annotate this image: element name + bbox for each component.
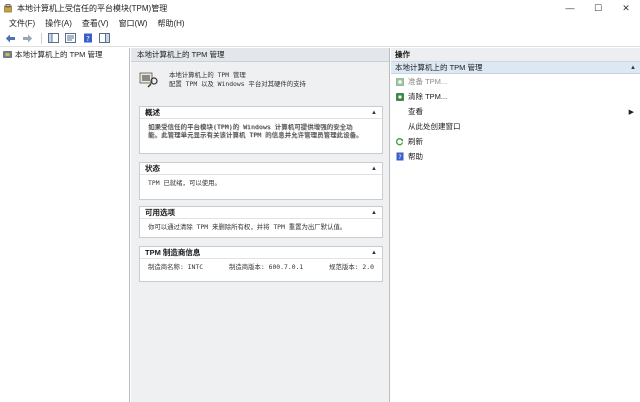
green-tpm-icon xyxy=(395,92,404,101)
actions-subheader-label: 本地计算机上的 TPM 管理 xyxy=(395,63,483,72)
action-view[interactable]: 查看 ▶ xyxy=(391,104,640,119)
overview-line-1: 如果受信任的平台模块(TPM)的 Windows 计算机可提供增强的安全功 xyxy=(148,123,353,131)
menu-view[interactable]: 查看(V) xyxy=(77,18,114,29)
action-label: 从此处创建窗口 xyxy=(408,122,461,131)
action-clear-tpm[interactable]: 清除 TPM... xyxy=(391,89,640,104)
submenu-arrow-icon: ▶ xyxy=(628,108,634,116)
center-pane-header: 本地计算机上的 TPM 管理 xyxy=(131,48,389,62)
manufacturer-name: 制造商名称: INTC xyxy=(148,263,204,271)
collapse-icon[interactable]: ▲ xyxy=(630,65,636,71)
action-prepare-tpm[interactable]: 准备 TPM... xyxy=(391,74,640,89)
center-pane: 本地计算机上的 TPM 管理 本地计算机上的 TPM 管理 配置 TPM 以及 … xyxy=(131,48,390,402)
manufacturer-header[interactable]: TPM 制造商信息 ▲ xyxy=(140,247,382,259)
console-tree-icon[interactable] xyxy=(46,32,61,45)
window-controls: — ☐ ✕ xyxy=(556,0,640,16)
help-book-icon: ? xyxy=(395,152,404,161)
overview-header[interactable]: 概述 ▲ xyxy=(140,107,382,119)
menu-action[interactable]: 操作(A) xyxy=(40,18,77,29)
actions-header: 操作 xyxy=(391,48,640,62)
status-section: 状态 ▲ TPM 已就绪，可以使用。 xyxy=(139,162,383,200)
help-icon[interactable]: ? xyxy=(80,32,95,45)
menu-window[interactable]: 窗口(W) xyxy=(114,18,153,29)
intro-subtitle: 配置 TPM 以及 Windows 平台对其硬件的支持 xyxy=(169,79,306,88)
action-label: 查看 xyxy=(408,107,423,116)
manufacturer-row: 制造商名称: INTC 制造商版本: 600.7.0.1 规范版本: 2.0 xyxy=(148,263,374,271)
back-icon[interactable] xyxy=(3,32,18,45)
overview-title: 概述 xyxy=(145,108,160,117)
action-label: 清除 TPM... xyxy=(408,92,448,101)
console-tree: 本地计算机上的 TPM 管理 xyxy=(0,48,130,402)
manufacturer-version: 制造商版本: 600.7.0.1 xyxy=(228,263,304,271)
intro-banner: 本地计算机上的 TPM 管理 配置 TPM 以及 Windows 平台对其硬件的… xyxy=(131,62,389,96)
action-help[interactable]: ? 帮助 xyxy=(391,149,640,164)
tree-item-tpm-management[interactable]: 本地计算机上的 TPM 管理 xyxy=(0,48,129,60)
collapse-icon[interactable]: ▲ xyxy=(371,166,377,172)
properties-icon[interactable] xyxy=(63,32,78,45)
overview-section: 概述 ▲ 如果受信任的平台模块(TPM)的 Windows 计算机可提供增强的安… xyxy=(139,106,383,154)
action-pane-icon[interactable] xyxy=(97,32,112,45)
options-header[interactable]: 可用选项 ▲ xyxy=(140,207,382,219)
overview-line-2: 能。此管理单元显示有关该计算机 TPM 的信息并允许管理员管理此设备。 xyxy=(148,131,363,139)
collapse-icon[interactable]: ▲ xyxy=(371,110,377,116)
menu-bar: 文件(F) 操作(A) 查看(V) 窗口(W) 帮助(H) xyxy=(0,16,640,30)
tree-item-label: 本地计算机上的 TPM 管理 xyxy=(15,49,103,59)
options-title: 可用选项 xyxy=(145,208,175,217)
action-refresh[interactable]: 刷新 xyxy=(391,134,640,149)
spec-version: 规范版本: 2.0 xyxy=(329,263,374,271)
title-bar: 本地计算机上受信任的平台模块(TPM)管理 — ☐ ✕ xyxy=(0,0,640,16)
toolbar: ? xyxy=(0,30,640,47)
status-body: TPM 已就绪，可以使用。 xyxy=(140,175,382,191)
actions-pane: 操作 本地计算机上的 TPM 管理 ▲ 准备 TPM... 清除 TPM... … xyxy=(391,48,640,402)
options-section: 可用选项 ▲ 你可以通过清除 TPM 来删除所有权，并将 TPM 重置为出厂默认… xyxy=(139,206,383,238)
manufacturer-title: TPM 制造商信息 xyxy=(145,248,201,257)
options-text: 你可以通过清除 TPM 来删除所有权，并将 TPM 重置为出厂默认值。 xyxy=(148,223,347,231)
minimize-button[interactable]: — xyxy=(556,0,584,16)
manufacturer-section: TPM 制造商信息 ▲ 制造商名称: INTC 制造商版本: 600.7.0.1… xyxy=(139,246,383,282)
status-header[interactable]: 状态 ▲ xyxy=(140,163,382,175)
toolbar-separator xyxy=(41,32,42,44)
action-label: 刷新 xyxy=(408,137,423,146)
status-text: TPM 已就绪，可以使用。 xyxy=(148,179,221,187)
tpm-chip-icon xyxy=(3,50,12,59)
action-new-window[interactable]: 从此处创建窗口 xyxy=(391,119,640,134)
collapse-icon[interactable]: ▲ xyxy=(371,210,377,216)
svg-text:?: ? xyxy=(86,35,90,43)
refresh-icon xyxy=(395,137,404,146)
status-title: 状态 xyxy=(145,164,160,173)
forward-icon[interactable] xyxy=(20,32,35,45)
options-body: 你可以通过清除 TPM 来删除所有权，并将 TPM 重置为出厂默认值。 xyxy=(140,219,382,235)
svg-text:?: ? xyxy=(398,153,401,161)
tpm-app-icon xyxy=(4,3,13,13)
collapse-icon[interactable]: ▲ xyxy=(371,250,377,256)
actions-subheader[interactable]: 本地计算机上的 TPM 管理 ▲ xyxy=(391,62,640,74)
tpm-key-icon xyxy=(139,69,159,89)
menu-help[interactable]: 帮助(H) xyxy=(152,18,189,29)
action-label: 准备 TPM... xyxy=(408,77,448,86)
intro-title: 本地计算机上的 TPM 管理 xyxy=(169,70,246,79)
close-button[interactable]: ✕ xyxy=(612,0,640,16)
overview-body: 如果受信任的平台模块(TPM)的 Windows 计算机可提供增强的安全功 能。… xyxy=(140,119,382,143)
green-tpm-icon xyxy=(395,77,404,86)
maximize-button[interactable]: ☐ xyxy=(584,0,612,16)
menu-file[interactable]: 文件(F) xyxy=(4,18,40,29)
action-label: 帮助 xyxy=(408,152,423,161)
window-title: 本地计算机上受信任的平台模块(TPM)管理 xyxy=(17,3,168,13)
manufacturer-body: 制造商名称: INTC 制造商版本: 600.7.0.1 规范版本: 2.0 xyxy=(140,259,382,275)
